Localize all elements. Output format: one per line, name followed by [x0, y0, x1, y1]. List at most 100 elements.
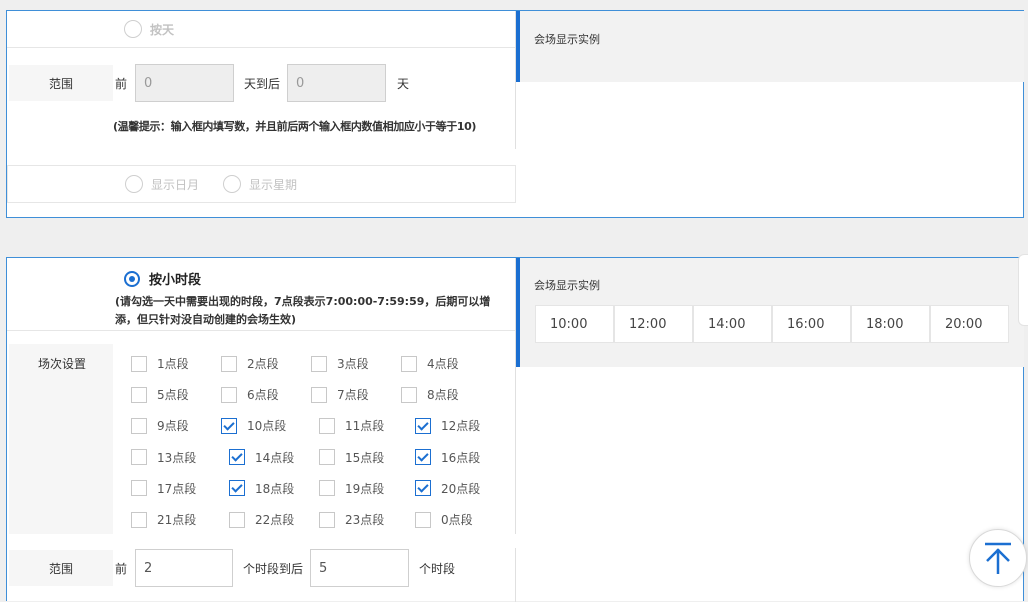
checkbox-icon[interactable] [319, 417, 335, 434]
display-week-radio[interactable] [223, 175, 242, 193]
display-date-radio[interactable] [125, 175, 143, 193]
slot-checkbox-label: 15点段 [345, 450, 385, 465]
checkbox-checked-icon[interactable] [221, 417, 237, 434]
day-mode-radio-label: 按天 [150, 22, 175, 37]
back-to-top-button[interactable] [969, 529, 1027, 587]
slot-checkbox-item[interactable]: 1点段 [131, 355, 189, 372]
slot-checkbox-item[interactable]: 14点段 [229, 449, 294, 466]
slot-checkbox-label: 18点段 [255, 481, 295, 496]
checkbox-icon[interactable] [221, 386, 237, 403]
arrow-up-icon [985, 542, 1011, 574]
session-label: 场次设置 [38, 357, 87, 371]
preview-time-cell: 16:00 [772, 305, 851, 343]
checkbox-icon[interactable] [319, 511, 335, 528]
preview-time-cell: 12:00 [614, 305, 693, 343]
slot-checkbox-item[interactable]: 8点段 [401, 386, 459, 403]
slot-checkbox-label: 6点段 [247, 388, 279, 403]
day-range-prefix: 前 [115, 77, 128, 91]
session-label-column: 场次设置 [9, 344, 113, 534]
checkbox-icon[interactable] [229, 511, 245, 528]
slot-checkbox-item[interactable]: 4点段 [401, 355, 459, 372]
checkbox-icon[interactable] [415, 511, 431, 528]
hour-mode-radio-row[interactable]: 按小时段 [124, 269, 201, 288]
hour-mode-radio[interactable] [124, 270, 140, 287]
slot-checkbox-item[interactable]: 0点段 [415, 511, 473, 528]
day-display-options: 显示日月 显示星期 [7, 165, 516, 203]
slot-checkbox-item[interactable]: 2点段 [221, 355, 279, 372]
checkbox-icon[interactable] [319, 449, 335, 466]
checkbox-checked-icon[interactable] [415, 449, 431, 466]
slot-checkbox-item[interactable]: 16点段 [415, 449, 480, 466]
slot-checkbox-item[interactable]: 7点段 [311, 386, 369, 403]
slot-checkbox-item[interactable]: 19点段 [319, 480, 384, 497]
checkbox-checked-icon[interactable] [415, 480, 431, 497]
hour-mode-radio-label: 按小时段 [149, 273, 202, 288]
checkbox-icon[interactable] [131, 511, 147, 528]
checkbox-icon[interactable] [221, 355, 237, 372]
slot-checkbox-item[interactable]: 12点段 [415, 417, 480, 434]
checkbox-checked-icon[interactable] [415, 417, 431, 434]
hour-preview-area: 会场显示实例 10:00 12:00 14:00 16:00 18:00 20:00 [520, 258, 1024, 367]
day-mode-radio-row[interactable]: 按天 [7, 11, 515, 48]
day-range-label: 范围 [9, 65, 113, 101]
slot-checkbox-label: 9点段 [157, 419, 189, 434]
checkbox-icon[interactable] [401, 386, 417, 403]
slot-checkbox-item[interactable]: 10点段 [221, 417, 286, 434]
checkbox-icon[interactable] [319, 480, 335, 497]
slot-checkbox-item[interactable]: 11点段 [319, 417, 384, 434]
checkbox-icon[interactable] [401, 355, 417, 372]
checkbox-checked-icon[interactable] [229, 480, 245, 497]
slot-checkbox-item[interactable]: 6点段 [221, 386, 279, 403]
slot-checkbox-item[interactable]: 15点段 [319, 449, 384, 466]
slot-checkbox-label: 7点段 [337, 388, 369, 403]
checkbox-icon[interactable] [131, 355, 147, 372]
slot-checkbox-label: 4点段 [427, 357, 459, 371]
slot-checkbox-label: 21点段 [157, 513, 197, 527]
hour-hint: (请勾选一天中需要出现的时段，7点段表示7:00:00-7:59:59，后期可以… [115, 295, 491, 326]
hour-mode-panel: 按小时段 (请勾选一天中需要出现的时段，7点段表示7:00:00-7:59:59… [6, 257, 1024, 602]
checkbox-icon[interactable] [131, 417, 147, 434]
slot-checkbox-item[interactable]: 3点段 [311, 355, 369, 372]
preview-time-cell: 18:00 [851, 305, 930, 343]
slot-checkbox-item[interactable]: 13点段 [131, 449, 196, 466]
checkbox-icon[interactable] [311, 386, 327, 403]
hour-range-middle: 个时段到后 [243, 562, 304, 576]
slot-checkbox-item[interactable]: 18点段 [229, 480, 294, 497]
slot-checkbox-item[interactable]: 21点段 [131, 511, 196, 528]
slot-checkbox-item[interactable]: 23点段 [319, 511, 384, 528]
hour-before-input[interactable]: 2 [135, 549, 233, 587]
slot-checkbox-label: 16点段 [441, 450, 481, 465]
checkbox-icon[interactable] [311, 355, 327, 372]
slot-checkbox-label: 14点段 [255, 450, 295, 465]
slot-checkbox-item[interactable]: 9点段 [131, 417, 189, 434]
preview-time-cell: 14:00 [693, 305, 772, 343]
display-date-label: 显示日月 [151, 177, 200, 192]
checkbox-icon[interactable] [131, 480, 147, 497]
slot-checkbox-item[interactable]: 17点段 [131, 480, 196, 497]
slot-checkbox-label: 11点段 [345, 419, 385, 434]
day-range-middle: 天到后 [244, 77, 281, 91]
slot-checkbox-grid: 1点段 2点段 3点段 4点段 5点段 6点段 7点段 8点段 9点段 10点段 11点段 12点段 1… [117, 344, 515, 534]
slot-checkbox-item[interactable]: 20点段 [415, 480, 480, 497]
day-after-input[interactable]: 0 [287, 64, 386, 102]
hour-after-input[interactable]: 5 [310, 549, 409, 587]
day-mode-panel: 按天 范围 前 0 天到后 0 天 (温馨提示：输入框内填写数，并且前后两个输入… [6, 10, 1024, 218]
day-preview-header: 会场显示实例 [520, 11, 1024, 82]
day-mode-radio[interactable] [124, 20, 142, 38]
side-scroll-handle[interactable] [1018, 254, 1028, 326]
hour-range-label: 范围 [9, 550, 113, 586]
checkbox-icon[interactable] [131, 449, 147, 466]
day-before-input[interactable]: 0 [135, 64, 234, 102]
slot-checkbox-label: 12点段 [441, 419, 481, 434]
slot-checkbox-label: 10点段 [247, 419, 287, 434]
hour-hint-divider [7, 330, 515, 331]
slot-checkbox-label: 1点段 [157, 357, 189, 371]
slot-checkbox-label: 2点段 [247, 357, 279, 371]
checkbox-icon[interactable] [131, 386, 147, 403]
slot-checkbox-item[interactable]: 22点段 [229, 511, 294, 528]
checkbox-checked-icon[interactable] [229, 449, 245, 466]
day-hint: (温馨提示：输入框内填写数，并且前后两个输入框内数值相加应小于等于10) [113, 120, 476, 133]
preview-time-cell: 10:00 [535, 305, 614, 343]
slot-checkbox-item[interactable]: 5点段 [131, 386, 189, 403]
day-preview-title: 会场显示实例 [534, 33, 600, 46]
